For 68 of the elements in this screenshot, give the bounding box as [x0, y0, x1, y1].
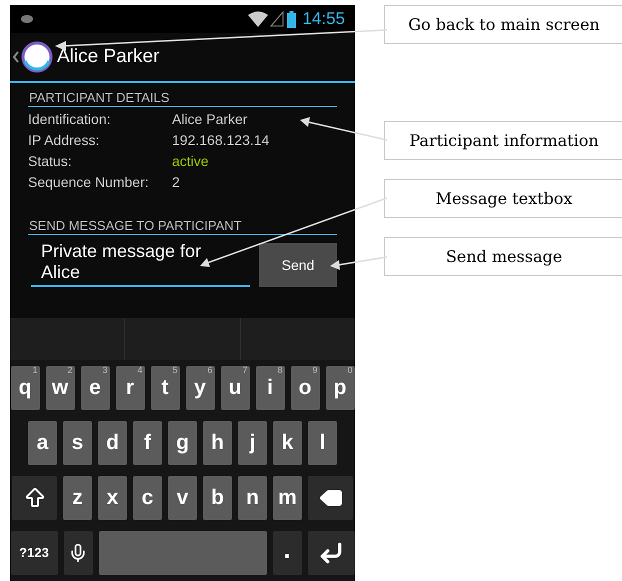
- app-icon: [21, 41, 53, 73]
- battery-icon: [287, 10, 296, 28]
- signal-icon: [270, 11, 284, 27]
- detail-value: Alice Parker: [172, 110, 248, 129]
- notification-icon: [20, 14, 34, 24]
- key[interactable]: z: [63, 476, 92, 520]
- key[interactable]: a: [28, 421, 57, 465]
- key-hint: 9: [312, 366, 318, 375]
- key[interactable]: v: [168, 476, 197, 520]
- key[interactable]: 1 q: [10, 366, 40, 410]
- key[interactable]: 7 u: [220, 366, 250, 410]
- shift-key[interactable]: [12, 476, 57, 520]
- key[interactable]: 4 r: [116, 366, 144, 410]
- detail-value: 192.168.123.14: [172, 131, 270, 150]
- key[interactable]: c: [133, 476, 162, 520]
- key[interactable]: 5 t: [150, 366, 180, 410]
- back-button[interactable]: [13, 41, 53, 73]
- back-caret-icon: [13, 51, 19, 63]
- key[interactable]: n: [238, 476, 267, 520]
- key-hint: 0: [347, 366, 352, 375]
- callout-box: Message textbox: [384, 179, 622, 218]
- key[interactable]: 0 p: [326, 366, 354, 410]
- key[interactable]: s: [63, 421, 92, 465]
- period-key[interactable]: .: [272, 531, 302, 575]
- key[interactable]: f: [133, 421, 162, 465]
- enter-icon: [318, 540, 344, 566]
- symbols-key[interactable]: ?123: [10, 531, 58, 575]
- key[interactable]: k: [273, 421, 302, 465]
- section-header: PARTICIPANT DETAILS: [28, 89, 337, 107]
- detail-label: Status:: [28, 152, 73, 171]
- key-hint: 8: [277, 366, 282, 375]
- detail-value: 2: [172, 173, 180, 192]
- key[interactable]: 8 i: [256, 366, 284, 410]
- key[interactable]: 3 e: [80, 366, 110, 410]
- detail-label: Sequence Number:: [28, 173, 150, 192]
- key-hint: 5: [172, 366, 178, 375]
- detail-value: active: [172, 152, 209, 171]
- key-hint: 2: [67, 366, 72, 375]
- key[interactable]: m: [273, 476, 302, 520]
- detail-label: IP Address:: [28, 131, 100, 150]
- key[interactable]: x: [98, 476, 127, 520]
- key[interactable]: h: [203, 421, 232, 465]
- clock: 14:55: [302, 8, 345, 30]
- key[interactable]: 9 o: [290, 366, 320, 410]
- key[interactable]: l: [308, 421, 337, 465]
- detail-label: Identification:: [28, 110, 112, 129]
- microphone-key[interactable]: [64, 531, 92, 575]
- key-hint: 4: [137, 366, 142, 375]
- section-header: SEND MESSAGE TO PARTICIPANT: [28, 217, 337, 235]
- enter-key[interactable]: [308, 531, 354, 575]
- callout-box: Go back to main screen: [384, 5, 622, 44]
- key[interactable]: b: [203, 476, 232, 520]
- key-hint: 3: [102, 366, 108, 375]
- callout-box: Send message: [384, 237, 622, 276]
- wifi-icon: [248, 11, 268, 27]
- key-hint: 7: [242, 366, 248, 375]
- key-hint: 1: [32, 366, 38, 375]
- screen-title: Alice Parker: [57, 44, 160, 69]
- key[interactable]: j: [238, 421, 267, 465]
- key[interactable]: 2 w: [46, 366, 74, 410]
- key[interactable]: d: [98, 421, 127, 465]
- key[interactable]: g: [168, 421, 197, 465]
- backspace-key[interactable]: [308, 476, 353, 520]
- callout-box: Participant information: [384, 121, 622, 160]
- key-hint: 6: [207, 366, 212, 375]
- send-button[interactable]: Send: [259, 243, 337, 287]
- message-field[interactable]: Private message for Alice: [31, 239, 250, 287]
- key[interactable]: 6 y: [186, 366, 214, 410]
